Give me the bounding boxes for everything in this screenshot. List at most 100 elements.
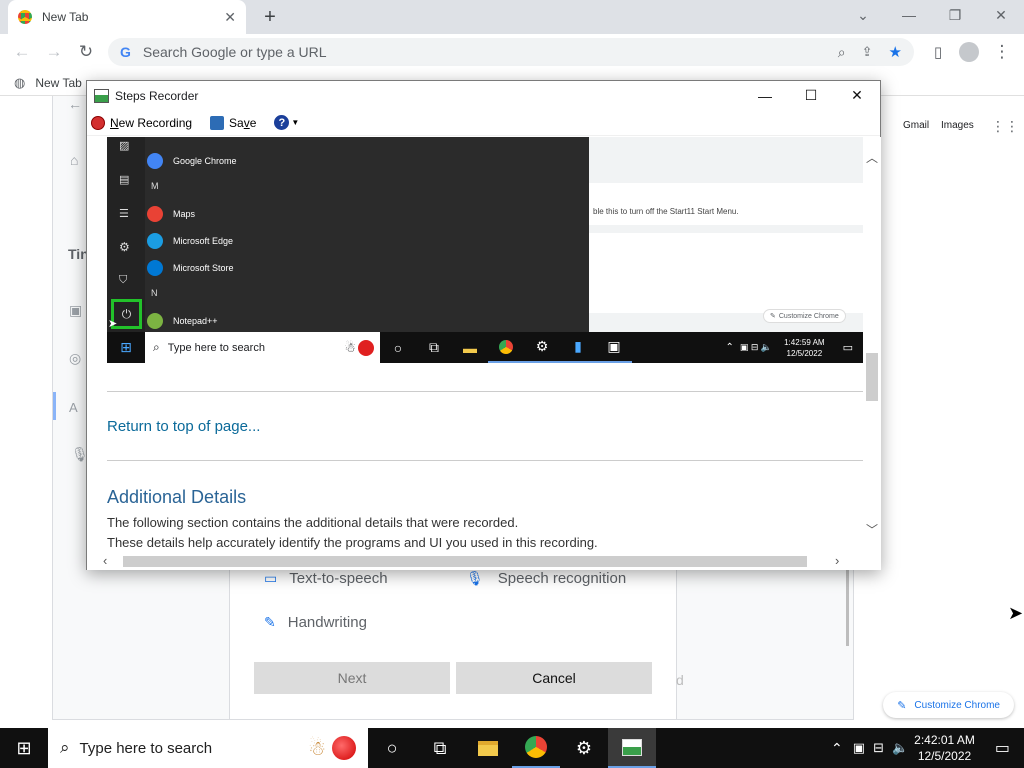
horizontal-scrollbar[interactable]: ‹ › — [87, 553, 881, 570]
profile-avatar[interactable] — [957, 40, 981, 64]
option-speech-recognition[interactable]: 🎙 Speech recognition — [466, 570, 626, 587]
floppy-disk-icon — [210, 115, 225, 130]
steps-recorder-menubar: New Recording Sa v e ? ▼ — [87, 110, 880, 136]
file-explorer-button[interactable] — [464, 728, 512, 768]
steps-recorder-icon — [622, 738, 642, 756]
notification-center-icon[interactable]: ▭ — [995, 738, 1010, 758]
google-g-icon: G — [120, 44, 131, 60]
steps-recorder-titlebar[interactable]: Steps Recorder — ☐ ✕ — [87, 81, 880, 110]
chrome-icon — [18, 10, 32, 24]
zoom-icon[interactable]: ⌕ — [838, 44, 846, 61]
gingerbread-icon: ☃ — [308, 737, 326, 760]
steps-recorder-title: Steps Recorder — [115, 88, 199, 103]
menu-kebab-icon[interactable]: ⋮ — [990, 40, 1014, 64]
vertical-scrollbar[interactable]: ︿ ﹀ — [863, 137, 881, 553]
screenshot-customize-chrome: ✎ Customize Chrome — [763, 309, 846, 323]
extensions-button[interactable]: ▯ — [926, 40, 950, 64]
bookmark-new-tab[interactable]: New Tab — [35, 76, 81, 90]
save-button[interactable]: Sa v e — [210, 115, 256, 130]
bg-schedule-icon: ▣ — [69, 302, 83, 318]
task-view-button[interactable]: ⧉ — [416, 728, 464, 768]
start-button[interactable]: ⊞ — [0, 728, 48, 768]
hscroll-thumb[interactable] — [123, 556, 807, 567]
close-window-button[interactable]: ✕ — [978, 0, 1024, 30]
app-icon — [147, 313, 163, 329]
sync-icon[interactable]: ▣ — [853, 740, 865, 756]
scroll-thumb[interactable] — [866, 353, 878, 401]
screenshot-taskbar: ⊞ ⌕ Type here to search ☃ ○ ⧉ ▬ ⚙ ▮ ▣ ⌃ — [107, 332, 863, 363]
file-explorer-icon: ▬ — [463, 339, 477, 356]
folder-icon — [478, 740, 498, 756]
new-tab-button[interactable]: + — [256, 4, 284, 30]
minimize-button[interactable]: — — [886, 0, 932, 30]
cancel-button[interactable]: Cancel — [456, 662, 652, 694]
start-menu-letter: N — [151, 288, 158, 298]
option-label: Text-to-speech — [289, 570, 388, 587]
option-text-to-speech[interactable]: ▭ Text-to-speech — [264, 570, 388, 587]
option-handwriting[interactable]: ✎ Handwriting — [264, 614, 367, 631]
omnibox[interactable]: G Search Google or type a URL ⌕ ⇪ ★ — [108, 38, 914, 66]
back-button[interactable]: ← — [10, 40, 34, 64]
option-label: Handwriting — [287, 614, 367, 631]
settings-sliders-icon: ☰ — [119, 208, 129, 220]
start-menu-item: Microsoft Edge — [147, 229, 233, 253]
windows-taskbar: ⊞ ⌕ Type here to search ☃ ○ ⧉ ⚙ ⌃ ▣ ⊟ 🔈 … — [0, 728, 1024, 768]
tab-new-tab[interactable]: New Tab ✕ — [8, 0, 246, 34]
share-icon[interactable]: ⇪ — [862, 44, 873, 60]
reload-button[interactable]: ↻ — [74, 40, 98, 64]
chevron-down-icon: ▼ — [291, 118, 300, 127]
bg-home-icon: ⌂ — [70, 152, 79, 168]
scroll-down-icon[interactable]: ﹀ — [866, 521, 878, 538]
bg-language-dialog: ▭ Text-to-speech 🎙 Speech recognition ✎ … — [229, 566, 677, 720]
bg-translate-icon: A — [69, 400, 78, 415]
settings-taskbar-button[interactable]: ⚙ — [560, 728, 608, 768]
sr-minimize-button[interactable]: — — [742, 81, 788, 110]
mouse-cursor-icon: ➤ — [1008, 603, 1024, 623]
header-link-gmail[interactable]: Gmail — [903, 120, 929, 131]
chrome-taskbar-button[interactable] — [512, 728, 560, 768]
customize-chrome-button[interactable]: ✎ Customize Chrome — [883, 692, 1014, 718]
new-recording-button[interactable]: New Recording — [91, 115, 192, 130]
windows-logo-icon: ⊞ — [16, 737, 32, 758]
bookmark-star-icon[interactable]: ★ — [889, 43, 902, 61]
volume-icon[interactable]: 🔈 — [892, 740, 908, 756]
recording-content: ble this to turn off the Start11 Start M… — [87, 137, 863, 553]
network-icon[interactable]: ⊟ — [873, 740, 884, 756]
taskbar-clock[interactable]: 2:42:01 AM 12/5/2022 — [914, 732, 975, 764]
apps-grid-icon[interactable]: ⋮⋮ — [991, 118, 1019, 135]
scroll-left-icon[interactable]: ‹ — [103, 553, 107, 568]
clock-date: 12/5/2022 — [917, 749, 972, 763]
scroll-up-icon[interactable]: ︿ — [866, 149, 878, 166]
app-icon — [147, 233, 163, 249]
additional-details-line-2: These details help accurately identify t… — [107, 535, 598, 550]
tray-icons: ▣ ⊟ 🔈 — [739, 342, 773, 352]
sr-close-button[interactable]: ✕ — [834, 81, 880, 110]
forward-button[interactable]: → — [42, 40, 66, 64]
tab-search-icon[interactable]: ⌄ — [840, 0, 886, 30]
documents-icon: ▤ — [119, 174, 130, 186]
bg-back-icon: ← — [68, 96, 82, 112]
settings-gear-icon: ⚙ — [524, 332, 560, 363]
pencil-icon: ✎ — [770, 313, 776, 320]
help-dropdown[interactable]: ? ▼ — [274, 115, 299, 130]
sr-maximize-button[interactable]: ☐ — [788, 81, 834, 110]
app-icon — [147, 260, 163, 276]
scroll-right-icon[interactable]: › — [835, 553, 839, 568]
next-button[interactable]: Next — [254, 662, 450, 694]
app-icon — [147, 153, 163, 169]
pencil-icon: ✎ — [897, 699, 907, 712]
screenshot-customize-label: Customize Chrome — [778, 312, 839, 320]
handwriting-icon: ✎ — [264, 614, 276, 630]
app-taskbar-icon: ▮ — [560, 332, 596, 363]
cortana-button[interactable]: ○ — [368, 728, 416, 768]
header-link-images[interactable]: Images — [941, 120, 974, 131]
restore-button[interactable]: ❐ — [932, 0, 978, 30]
start-menu-item-label: Notepad++ — [173, 316, 218, 326]
close-tab-icon[interactable]: ✕ — [224, 9, 236, 26]
return-to-top-link[interactable]: Return to top of page... — [107, 418, 260, 435]
steps-recorder-taskbar-button[interactable] — [608, 728, 656, 768]
tray-chevron-icon[interactable]: ⌃ — [831, 740, 843, 757]
app-icon — [147, 206, 163, 222]
gingerbread-icon: ☃ — [344, 339, 356, 355]
taskbar-search-box[interactable]: ⌕ Type here to search ☃ — [48, 728, 368, 768]
